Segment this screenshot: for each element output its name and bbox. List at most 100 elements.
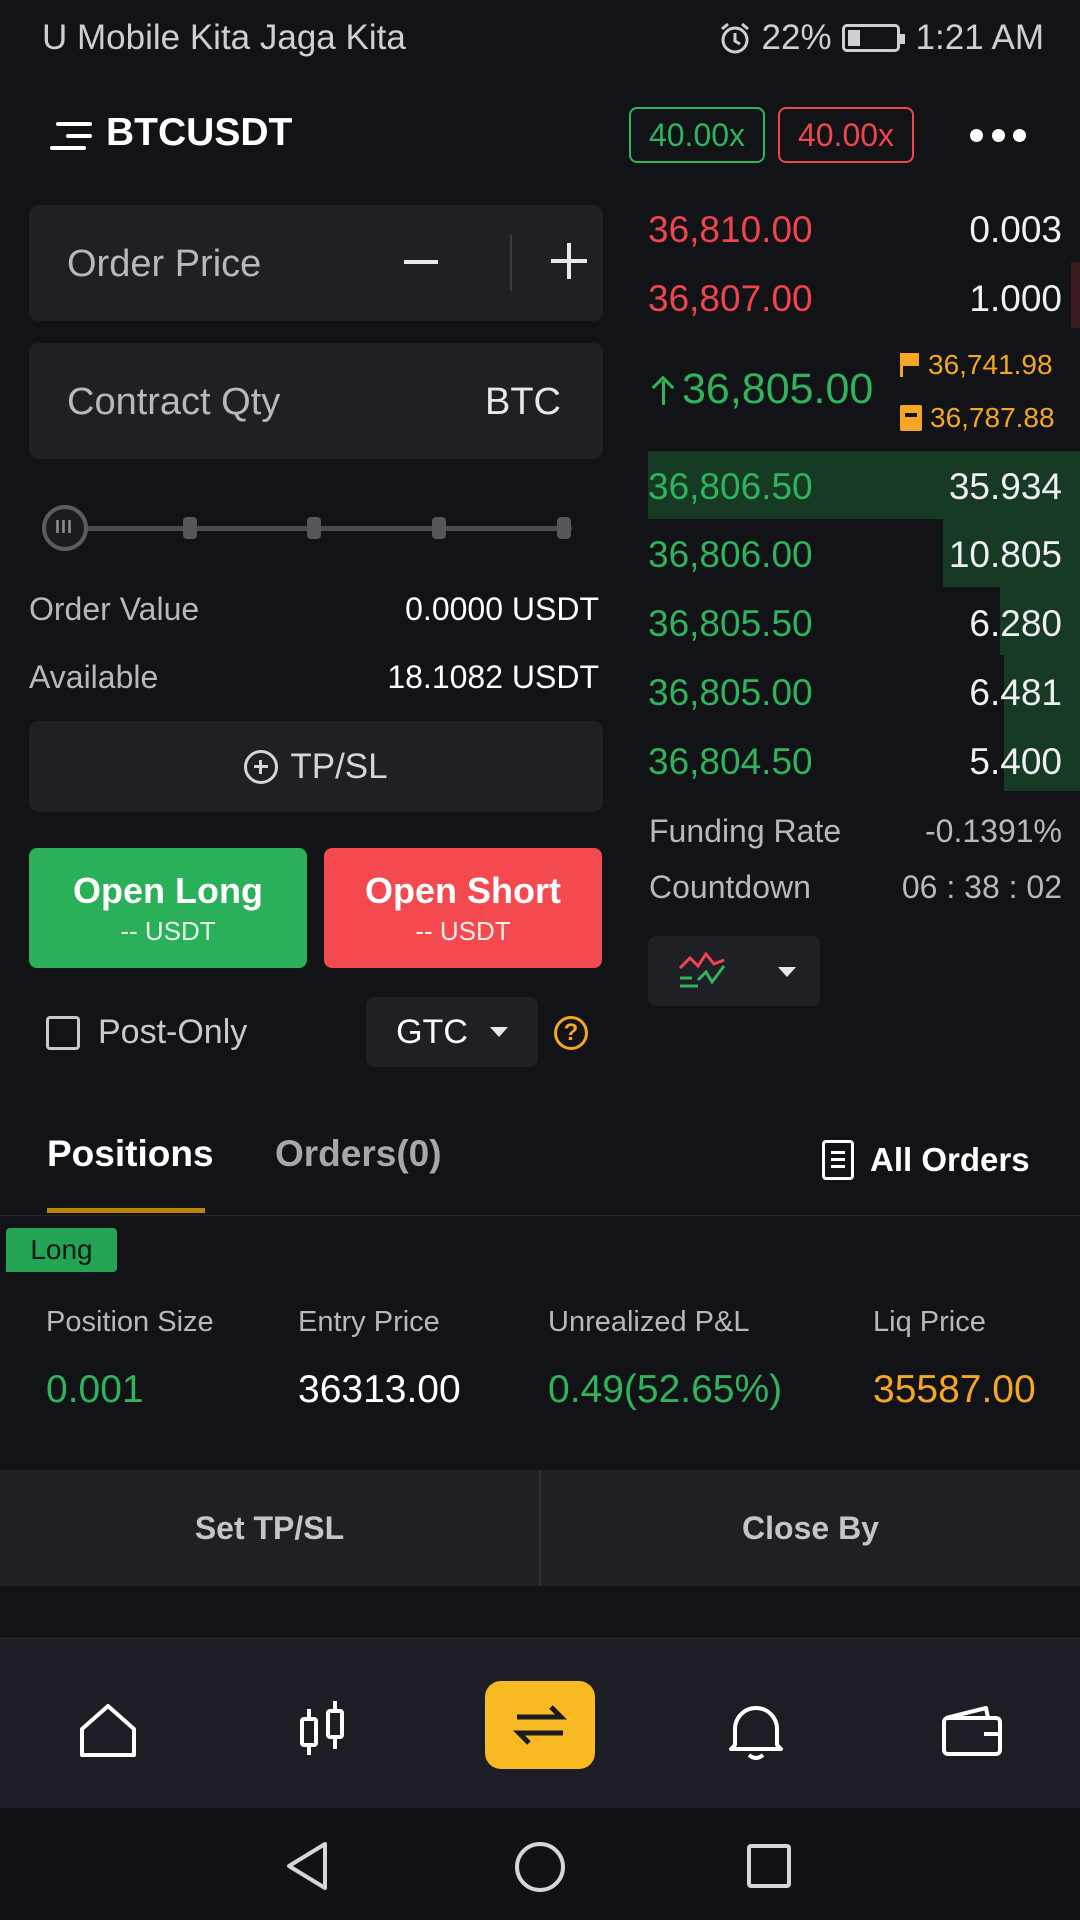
ask-row[interactable]: 36,810.00 0.003 bbox=[648, 200, 1062, 260]
post-only-toggle[interactable]: Post-Only bbox=[46, 1013, 247, 1052]
open-short-amount: -- USDT bbox=[415, 915, 511, 946]
tab-orders[interactable]: Orders(0) bbox=[275, 1133, 442, 1175]
bid-qty: 6.481 bbox=[969, 672, 1062, 713]
slider-thumb[interactable] bbox=[42, 505, 88, 551]
contract-qty-field[interactable]: Contract Qty BTC bbox=[29, 343, 603, 459]
close-by-button[interactable]: Close By bbox=[539, 1470, 1080, 1586]
contract-qty-unit[interactable]: BTC bbox=[485, 381, 561, 424]
order-value-label: Order Value bbox=[29, 591, 200, 627]
bid-price: 36,806.50 bbox=[648, 466, 813, 507]
status-right: 22% 1:21 AM bbox=[718, 18, 1044, 58]
countdown-label: Countdown bbox=[649, 869, 811, 905]
candlestick-chart-icon[interactable] bbox=[283, 1691, 363, 1771]
liq-price-label: Liq Price bbox=[873, 1306, 986, 1338]
ask-price: 36,810.00 bbox=[648, 209, 813, 250]
trade-swap-icon[interactable] bbox=[485, 1681, 595, 1769]
open-long-label: Open Long bbox=[73, 869, 263, 911]
unrealized-pnl-label: Unrealized P&L bbox=[548, 1306, 750, 1338]
tab-positions[interactable]: Positions bbox=[47, 1133, 214, 1175]
open-short-button[interactable]: Open Short -- USDT bbox=[324, 848, 602, 968]
bid-row[interactable]: 36,806.00 10.805 bbox=[648, 525, 1062, 585]
wallet-icon[interactable] bbox=[932, 1691, 1012, 1771]
help-icon[interactable]: ? bbox=[554, 1016, 588, 1050]
bookmark-icon bbox=[900, 405, 922, 431]
contract-qty-label: Contract Qty bbox=[67, 381, 281, 423]
time-in-force-select[interactable]: GTC bbox=[366, 997, 538, 1067]
funding-rate-row: Funding Rate -0.1391% bbox=[649, 813, 1062, 850]
tpsl-label: TP/SL bbox=[290, 746, 388, 786]
leverage-short-button[interactable]: 40.00x bbox=[778, 107, 914, 163]
ask-qty: 0.003 bbox=[969, 209, 1062, 250]
order-price-field[interactable]: Order Price bbox=[29, 205, 603, 321]
chevron-down-icon bbox=[778, 967, 796, 977]
position-actions: Set TP/SL Close By bbox=[0, 1470, 1080, 1586]
flag-icon bbox=[900, 353, 920, 377]
position-size-value: 0.001 bbox=[46, 1368, 144, 1411]
document-icon bbox=[822, 1140, 854, 1180]
time-in-force-value: GTC bbox=[396, 1012, 468, 1051]
available-row: Available 18.1082 USDT bbox=[29, 659, 599, 696]
countdown-value: 06 : 38 : 02 bbox=[901, 869, 1062, 905]
available-label: Available bbox=[29, 659, 159, 695]
position-size-label: Position Size bbox=[46, 1306, 214, 1338]
mark-price-row: 36,741.98 bbox=[900, 349, 1053, 381]
bid-row[interactable]: 36,805.50 6.280 bbox=[648, 594, 1062, 654]
stepper-divider bbox=[510, 235, 512, 291]
funding-rate-value: -0.1391% bbox=[925, 813, 1062, 849]
order-price-label: Order Price bbox=[67, 243, 262, 285]
bid-row[interactable]: 36,806.50 35.934 bbox=[648, 457, 1062, 517]
index-price-row: 36,787.88 bbox=[900, 402, 1055, 434]
leverage-long-button[interactable]: 40.00x bbox=[629, 107, 765, 163]
tpsl-button[interactable]: TP/SL bbox=[29, 721, 603, 812]
bid-row[interactable]: 36,804.50 5.400 bbox=[648, 732, 1062, 792]
post-only-checkbox[interactable] bbox=[46, 1015, 80, 1050]
unrealized-pnl-value: 0.49(52.65%) bbox=[548, 1368, 783, 1411]
set-tpsl-button[interactable]: Set TP/SL bbox=[0, 1470, 539, 1586]
battery-percent: 22% bbox=[761, 18, 832, 57]
price-increase-button[interactable] bbox=[551, 243, 587, 279]
qty-slider[interactable] bbox=[42, 505, 582, 551]
active-tab-indicator bbox=[47, 1208, 205, 1213]
order-value-row: Order Value 0.0000 USDT bbox=[29, 591, 599, 628]
liq-price-value: 35587.00 bbox=[873, 1368, 1036, 1411]
orderbook-view-select[interactable] bbox=[648, 936, 820, 1006]
bid-price: 36,805.00 bbox=[648, 672, 813, 713]
mark-price-1: 36,741.98 bbox=[928, 349, 1053, 380]
bid-price: 36,804.50 bbox=[648, 741, 813, 782]
home-circle-icon[interactable] bbox=[513, 1840, 567, 1894]
slider-tick-100[interactable] bbox=[557, 517, 571, 539]
carrier-name: U Mobile Kita Jaga Kita bbox=[42, 18, 406, 57]
slider-tick-75[interactable] bbox=[432, 517, 446, 539]
status-bar: U Mobile Kita Jaga Kita 22% 1:21 AM bbox=[0, 0, 1080, 76]
funding-rate-label: Funding Rate bbox=[649, 813, 842, 849]
more-dots-icon[interactable] bbox=[970, 122, 1026, 148]
bid-row[interactable]: 36,805.00 6.481 bbox=[648, 663, 1062, 723]
last-price[interactable]: 36,805.00 bbox=[652, 365, 873, 414]
bell-icon[interactable] bbox=[716, 1691, 796, 1771]
bid-qty: 35.934 bbox=[948, 466, 1062, 507]
battery-icon bbox=[841, 24, 905, 52]
symbol-title[interactable]: BTCUSDT bbox=[106, 111, 292, 155]
bid-qty: 10.805 bbox=[948, 534, 1062, 575]
ask-row[interactable]: 36,807.00 1.000 bbox=[648, 269, 1062, 329]
slider-tick-25[interactable] bbox=[183, 517, 197, 539]
slider-tick-50[interactable] bbox=[307, 517, 321, 539]
bid-qty: 5.400 bbox=[969, 741, 1062, 782]
home-icon[interactable] bbox=[68, 1691, 148, 1771]
divider bbox=[0, 1215, 1080, 1216]
hamburger-icon[interactable] bbox=[50, 122, 92, 152]
post-only-label: Post-Only bbox=[98, 1013, 248, 1051]
mark-price-2: 36,787.88 bbox=[930, 402, 1055, 433]
all-orders-button[interactable]: All Orders bbox=[822, 1140, 1030, 1180]
all-orders-label: All Orders bbox=[870, 1141, 1030, 1178]
recents-icon[interactable] bbox=[745, 1842, 793, 1890]
countdown-row: Countdown 06 : 38 : 02 bbox=[649, 869, 1062, 906]
price-decrease-button[interactable] bbox=[404, 260, 438, 264]
back-icon[interactable] bbox=[283, 1840, 331, 1892]
chevron-down-icon bbox=[489, 1027, 508, 1037]
arrow-up-icon bbox=[652, 375, 676, 405]
add-circle-icon bbox=[244, 749, 279, 784]
open-long-button[interactable]: Open Long -- USDT bbox=[29, 848, 307, 968]
entry-price-label: Entry Price bbox=[298, 1306, 440, 1338]
open-long-amount: -- USDT bbox=[120, 915, 216, 946]
